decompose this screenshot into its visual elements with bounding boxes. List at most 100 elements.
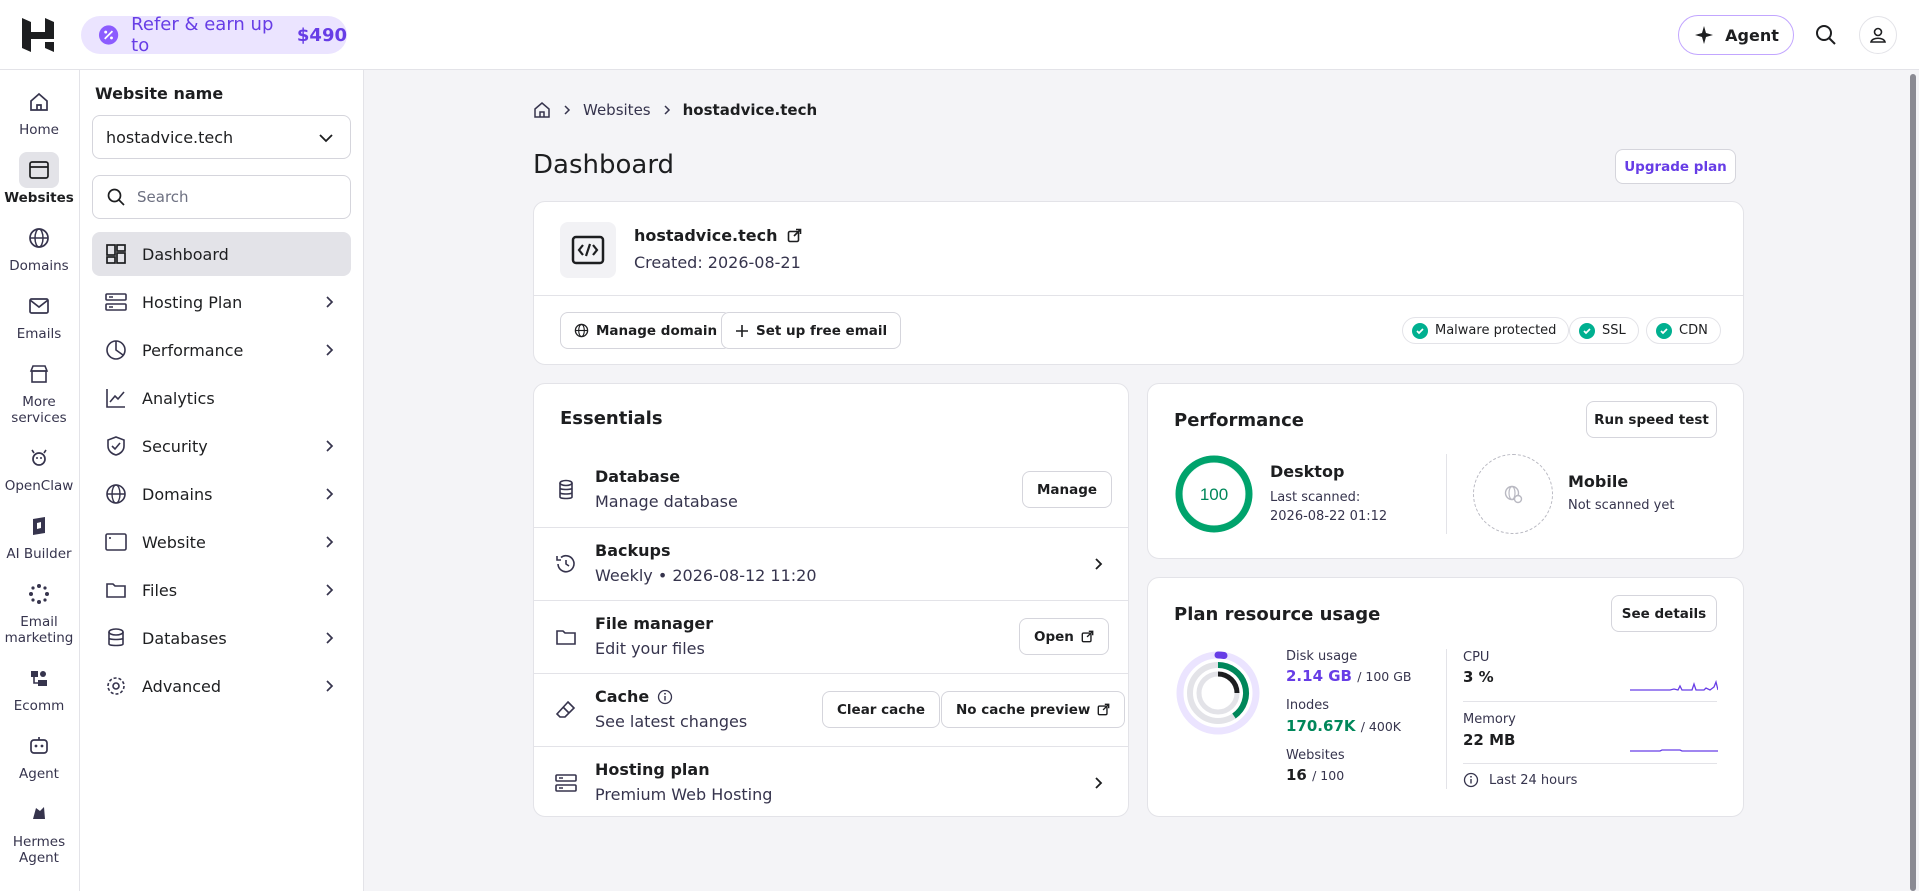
manage-domain-button[interactable]: Manage domain [560,312,732,349]
clear-cache-button[interactable]: Clear cache [822,691,941,728]
hostinger-logo[interactable] [20,16,56,54]
history-icon [556,554,575,573]
cpu-value: 3 % [1463,668,1494,686]
eraser-icon [555,700,576,718]
memory-value: 22 MB [1463,731,1516,749]
breadcrumb-websites[interactable]: Websites [583,101,651,119]
chevron-down-icon [319,134,333,143]
account-button[interactable] [1859,16,1897,54]
sidebar-item-security[interactable]: Security [92,424,351,468]
manage-domain-label: Manage domain [596,322,718,339]
browser-icon [105,533,127,551]
refer-text: Refer & earn up to [131,14,274,56]
cpu-label: CPU [1463,650,1490,665]
malware-protected-badge: Malware protected [1402,317,1570,344]
top-bar: Refer & earn up to $490 Agent [0,0,1919,70]
disk-usage-total: / 100 GB [1357,669,1412,684]
sparkle-agent-icon [1695,26,1714,44]
rail-item-email-marketing[interactable]: Email marketing [0,576,78,646]
sidebar-label-files: Files [142,580,178,600]
chevron-right-icon [326,488,334,500]
page-title: Dashboard [533,150,675,180]
rail-item-ai-builder[interactable]: AI Builder [0,508,78,562]
info-icon[interactable] [657,689,673,705]
rail-item-emails[interactable]: Emails [0,288,78,342]
no-cache-preview-button[interactable]: No cache preview [941,691,1126,728]
disk-usage-label: Disk usage [1286,649,1358,664]
sidebar-item-domains[interactable]: Domains [92,472,351,516]
home-icon[interactable] [533,101,551,119]
setup-email-button[interactable]: Set up free email [721,312,902,349]
gear-icon [107,677,125,695]
sidebar-item-performance[interactable]: Performance [92,328,351,372]
sidebar-item-files[interactable]: Files [92,568,351,612]
rail-label-websites: Websites [4,190,74,206]
agent-button[interactable]: Agent [1678,15,1794,55]
performance-card: Performance Run speed test 100 Desktop L… [1147,383,1744,559]
essentials-row-hosting-plan[interactable]: Hosting plan Premium Web Hosting [534,746,1128,819]
essentials-row-file-manager: File manager Edit your files Open [534,600,1128,673]
websites-label: Websites [1286,748,1345,763]
rail-label-more-services: More services [11,394,67,426]
sidebar-item-advanced[interactable]: Advanced [92,664,351,708]
rail-item-ecomm[interactable]: Ecomm [0,660,78,714]
rail-item-openclaw[interactable]: OpenClaw [0,440,78,494]
sidebar-label-dashboard: Dashboard [142,244,229,264]
external-link-icon [1081,630,1094,643]
essentials-title: Essentials [560,408,663,429]
folder-icon [556,630,576,645]
rail-item-domains[interactable]: Domains [0,220,78,274]
cdn-badge: CDN [1646,317,1721,344]
open-file-manager-button[interactable]: Open [1019,618,1109,655]
file-manager-subtitle: Edit your files [595,639,705,658]
rail-label-ecomm: Ecomm [13,698,65,714]
site-name-link[interactable]: hostadvice.tech [634,226,802,245]
upgrade-plan-button[interactable]: Upgrade plan [1615,149,1736,184]
chevron-right-icon [326,584,334,596]
ecomm-icon [31,671,47,686]
rail-item-hermes-agent[interactable]: Hermes Agent [0,796,78,866]
folder-icon [106,583,126,598]
website-select[interactable]: hostadvice.tech [92,115,351,159]
rail-item-more-services[interactable]: More services [0,356,78,426]
database-subtitle: Manage database [595,492,738,511]
hermes-icon [33,807,45,819]
usage-period-label: Last 24 hours [1489,772,1578,788]
rail-item-home[interactable]: Home [0,84,78,138]
desktop-score: 100 [1200,485,1228,504]
sidebar-item-hosting-plan[interactable]: Hosting Plan [92,280,351,324]
essentials-row-backups[interactable]: Backups Weekly • 2026-08-12 11:20 [534,527,1128,600]
chevron-right-icon [326,344,334,356]
sidebar-item-databases[interactable]: Databases [92,616,351,660]
malware-label: Malware protected [1435,323,1557,338]
sidebar-search-input[interactable]: Search [92,175,351,219]
chevron-right-icon [326,632,334,644]
performance-title: Performance [1174,410,1304,431]
globe-icon [574,323,589,338]
search-icon [107,188,125,206]
email-marketing-icon [29,584,49,604]
pie-chart-icon [106,340,126,360]
sidebar-item-website[interactable]: Website [92,520,351,564]
open-label: Open [1034,628,1074,645]
sidebar-item-dashboard[interactable]: Dashboard [92,232,351,276]
search-button[interactable] [1807,16,1845,54]
sidebar-item-analytics[interactable]: Analytics [92,376,351,420]
last-scanned-label: Last scanned: [1270,490,1361,505]
rail-item-websites[interactable]: Websites [0,152,78,206]
refer-earn-banner[interactable]: Refer & earn up to $490 [81,14,347,56]
rail-item-agent[interactable]: Agent [0,728,78,782]
trend-icon [106,389,125,408]
manage-database-button[interactable]: Manage [1022,471,1113,508]
see-details-button[interactable]: See details [1611,595,1717,632]
ssl-badge: SSL [1569,317,1639,344]
memory-sparkline [1630,749,1718,752]
divider [1463,763,1717,764]
run-speed-test-button[interactable]: Run speed test [1586,401,1717,438]
scrollbar-thumb[interactable] [1910,74,1916,891]
sidebar-title: Website name [95,84,224,103]
sidebar-label-website: Website [142,532,206,552]
chevron-right-icon [326,536,334,548]
file-manager-title: File manager [595,614,714,633]
selected-website: hostadvice.tech [106,127,234,147]
